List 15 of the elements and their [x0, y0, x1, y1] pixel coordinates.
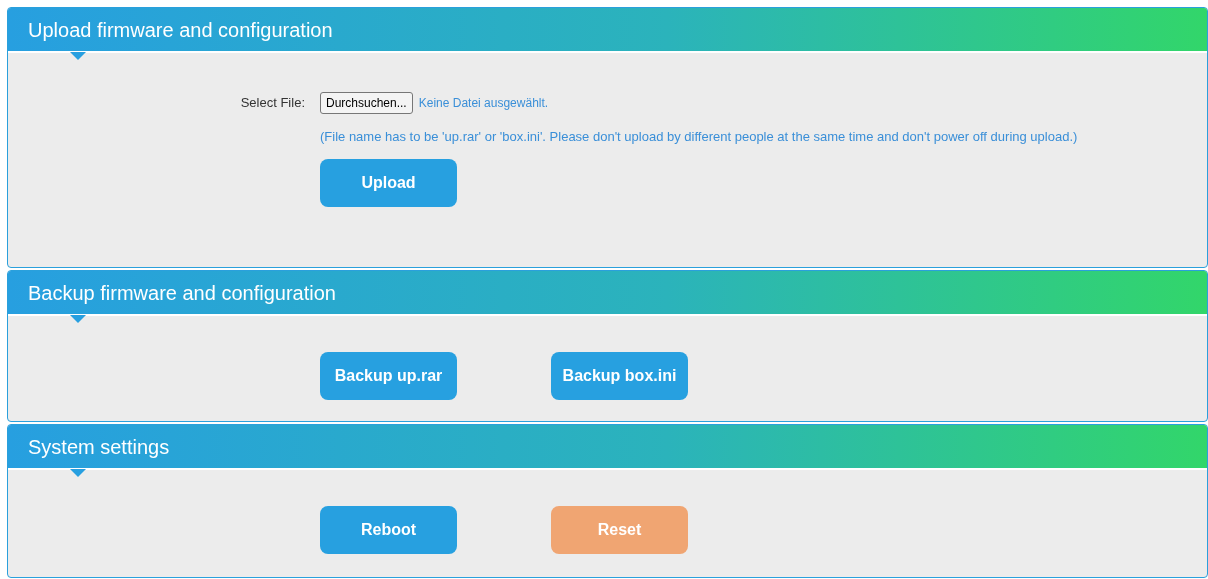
- action-button[interactable]: Reboot: [320, 506, 457, 554]
- header-pointer: [70, 52, 86, 60]
- action-button[interactable]: Reset: [551, 506, 688, 554]
- panel-title: Upload firmware and configuration: [28, 17, 333, 43]
- header-pointer: [70, 315, 86, 323]
- action-button[interactable]: Backup up.rar: [320, 352, 457, 400]
- browse-button[interactable]: Durchsuchen...: [320, 92, 413, 114]
- panel-title: Backup firmware and configuration: [28, 280, 336, 306]
- field-label: Select File:: [239, 94, 305, 113]
- action-button[interactable]: Upload: [320, 159, 457, 207]
- file-status: Keine Datei ausgewählt.: [418, 95, 549, 112]
- action-button[interactable]: Backup box.ini: [551, 352, 688, 400]
- header-pointer: [70, 469, 86, 477]
- upload-note: (File name has to be 'up.rar' or 'box.ini'. Please don't upload by different people at the same time and don't power off during upload.): [320, 128, 1079, 146]
- panel-title: System settings: [28, 434, 170, 460]
